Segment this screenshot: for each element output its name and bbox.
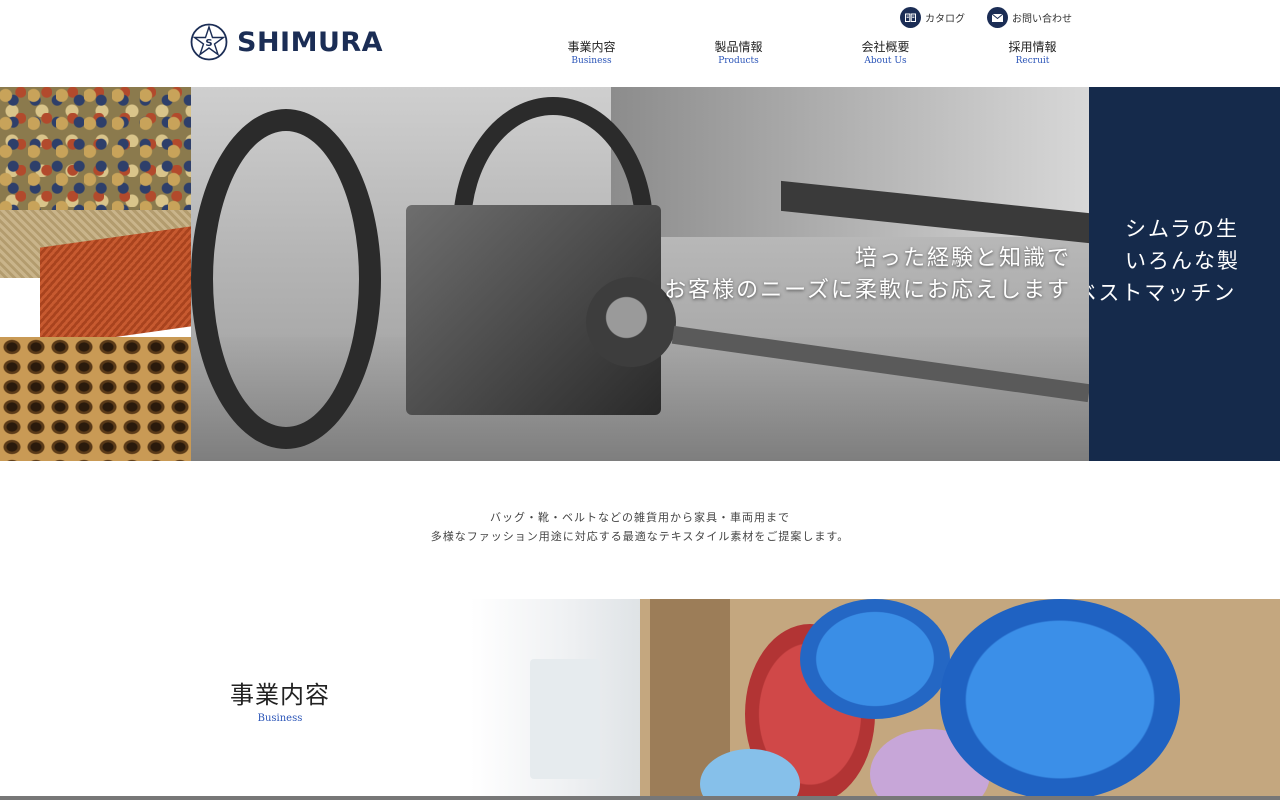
intro-line: バッグ・靴・ベルトなどの雑貨用から家具・車両用まで bbox=[490, 511, 790, 524]
nav-item-label: 採用情報 bbox=[1008, 40, 1057, 54]
hero-slider[interactable]: 培った経験と知識で お客様のニーズに柔軟にお応えします シムラの生 いろんな製 … bbox=[0, 87, 1280, 461]
hero-copy-line: 培った経験と知識で bbox=[854, 246, 1071, 271]
machine-wheel bbox=[191, 109, 381, 449]
book-icon bbox=[900, 7, 921, 28]
section-fade-image bbox=[530, 659, 600, 779]
fabric-rolls-photo bbox=[640, 599, 1280, 800]
intro-line: 多様なファッション用途に対応する最適なテキスタイル素材をご提案します。 bbox=[430, 530, 850, 543]
nav-item-products[interactable]: 製品情報 Products bbox=[665, 40, 812, 68]
nav-item-about[interactable]: 会社概要 About Us bbox=[812, 40, 959, 68]
panel-copy: シムラの生 いろんな製 ベストマッチン bbox=[1089, 213, 1240, 309]
site-logo[interactable]: S SHIMURA bbox=[190, 23, 383, 61]
brand-name: SHIMURA bbox=[237, 26, 384, 58]
utility-links: カタログ お問い合わせ bbox=[900, 7, 1094, 28]
fabric-sample-image bbox=[40, 226, 191, 348]
catalog-link-label: カタログ bbox=[925, 14, 965, 25]
nav-item-sublabel: Business bbox=[571, 56, 612, 66]
mail-icon bbox=[987, 7, 1008, 28]
panel-copy-line: ベストマッチン bbox=[1089, 281, 1237, 305]
contact-link-label: お問い合わせ bbox=[1012, 14, 1072, 25]
nav-item-sublabel: Products bbox=[718, 56, 759, 66]
nav-item-recruit[interactable]: 採用情報 Recruit bbox=[959, 40, 1106, 68]
intro-text: バッグ・靴・ベルトなどの雑貨用から家具・車両用まで 多様なファッション用途に対応… bbox=[0, 508, 1280, 546]
hero-copy-line: お客様のニーズに柔軟にお応えします bbox=[664, 278, 1071, 303]
nav-item-sublabel: Recruit bbox=[1015, 56, 1050, 66]
section-subtitle: Business bbox=[257, 713, 303, 724]
contact-link[interactable]: お問い合わせ bbox=[987, 7, 1072, 28]
fabric-roll bbox=[800, 599, 950, 719]
fabric-sample-image bbox=[0, 87, 191, 210]
global-nav: 事業内容 Business 製品情報 Products 会社概要 About U… bbox=[518, 40, 1106, 68]
business-section: 事業内容 Business bbox=[0, 599, 1280, 800]
page-bottom-divider bbox=[0, 796, 1280, 800]
machine-knob bbox=[586, 277, 676, 367]
nav-item-sublabel: About Us bbox=[864, 56, 907, 66]
site-header: S SHIMURA カタログ お問い合わせ 事業内容 Business 製品情報… bbox=[0, 0, 1280, 87]
hero-copy: 培った経験と知識で お客様のニーズに柔軟にお応えします bbox=[664, 243, 1071, 307]
svg-text:S: S bbox=[205, 38, 212, 49]
hero-next-slide-panel: シムラの生 いろんな製 ベストマッチン bbox=[1089, 87, 1280, 461]
nav-item-label: 事業内容 bbox=[567, 40, 616, 54]
section-title: 事業内容 bbox=[230, 681, 330, 709]
leopard-fabric-image bbox=[0, 337, 191, 461]
fabric-roll bbox=[940, 599, 1180, 800]
business-section-link[interactable]: 事業内容 Business bbox=[190, 679, 370, 727]
catalog-link[interactable]: カタログ bbox=[900, 7, 965, 28]
panel-copy-line: いろんな製 bbox=[1125, 249, 1240, 273]
shimura-star-logo-icon: S bbox=[190, 23, 228, 61]
nav-item-label: 会社概要 bbox=[861, 40, 910, 54]
nav-item-label: 製品情報 bbox=[714, 40, 763, 54]
panel-copy-line: シムラの生 bbox=[1125, 217, 1239, 241]
nav-item-business[interactable]: 事業内容 Business bbox=[518, 40, 665, 68]
hero-machine-photo: 培った経験と知識で お客様のニーズに柔軟にお応えします bbox=[191, 87, 1089, 461]
